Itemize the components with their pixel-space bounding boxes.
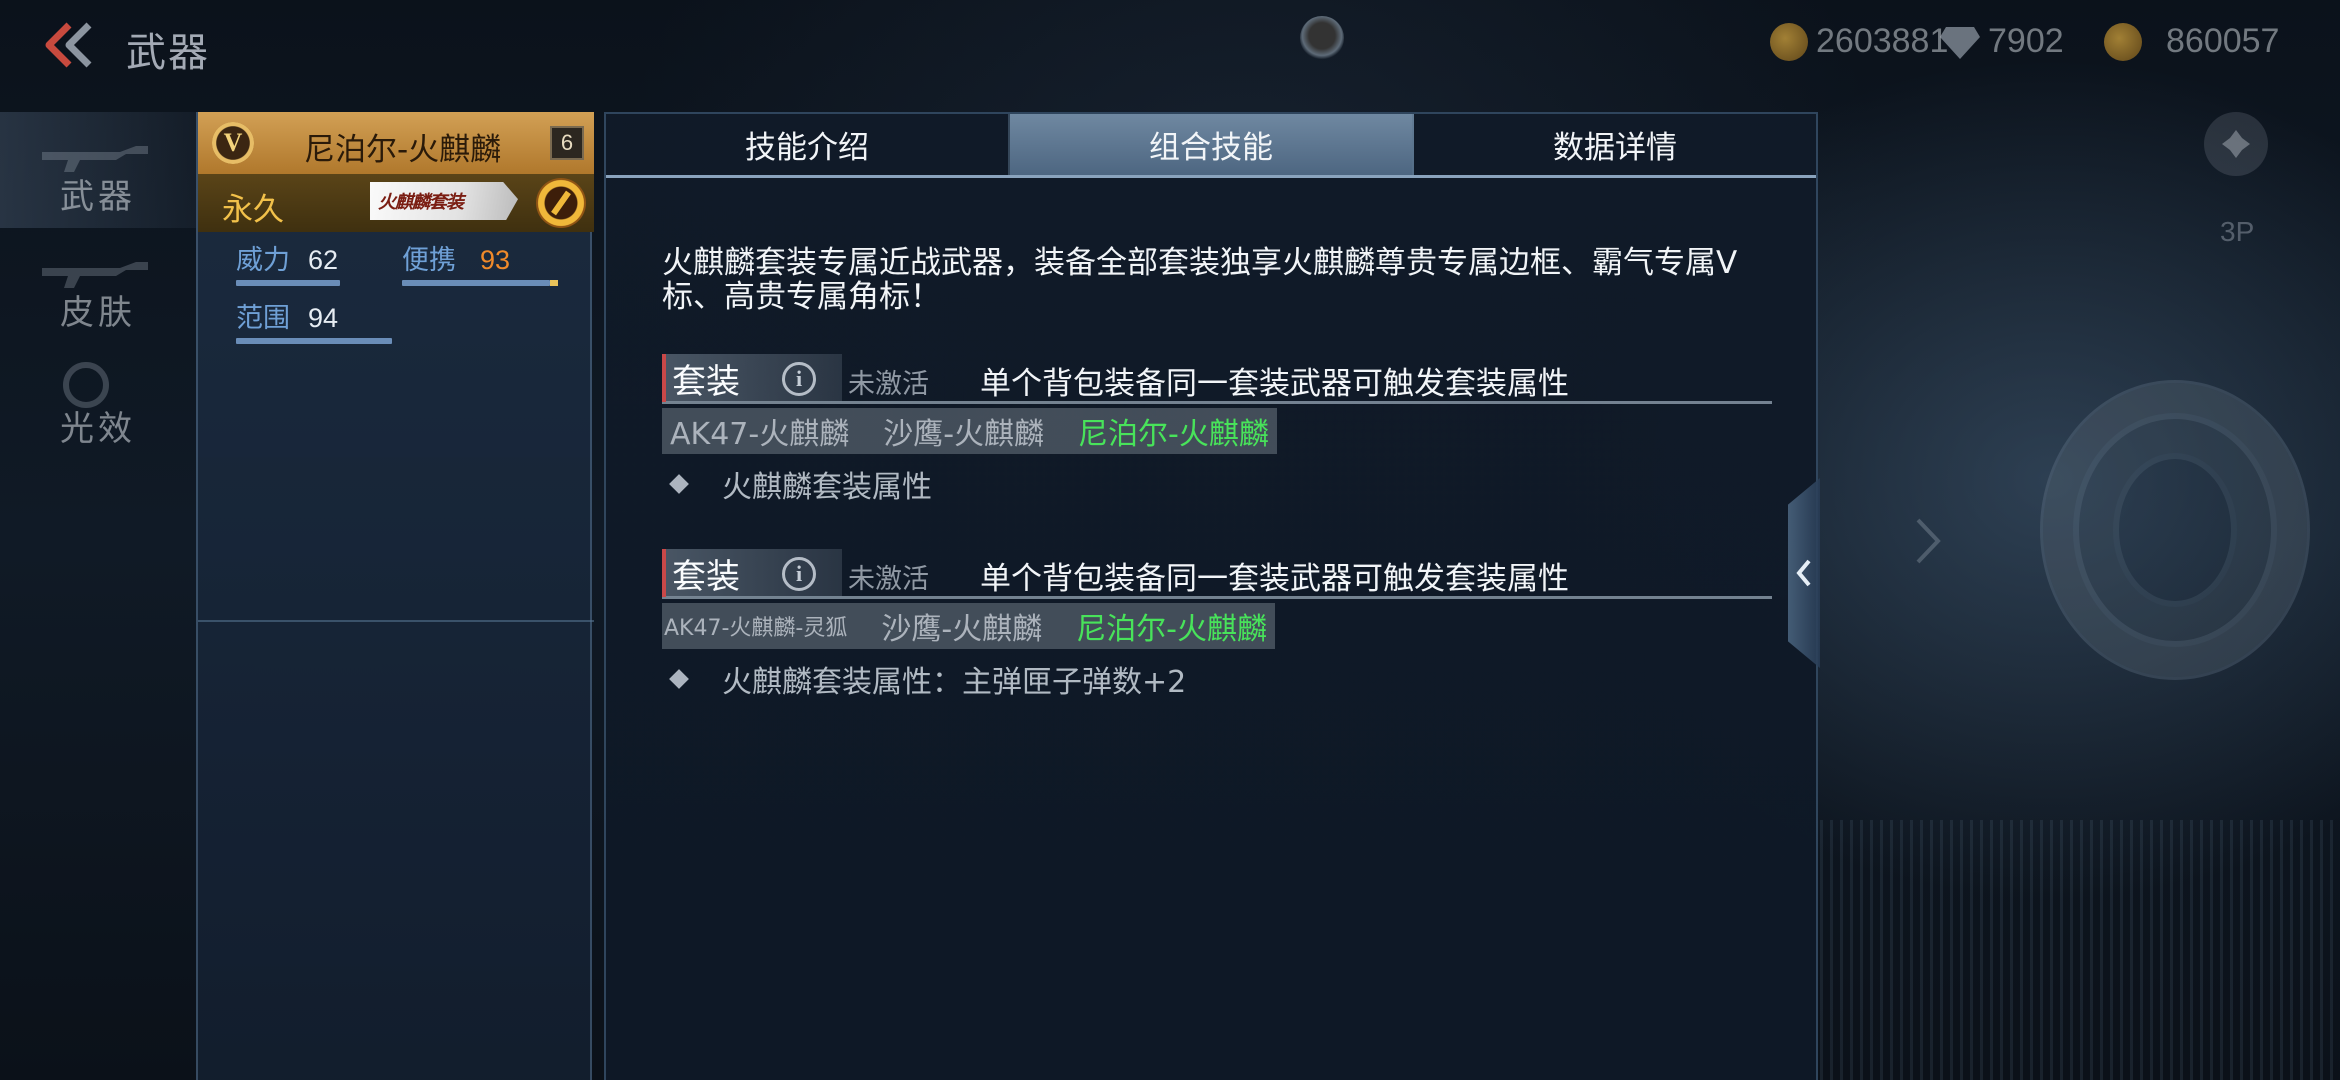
stat-portability-label: 便携 — [402, 245, 456, 276]
suit-pieces: AK47-火麒麟-灵狐 沙鹰-火麒麟 尼泊尔-火麒麟 — [662, 603, 1276, 649]
skills-panel: 技能介绍 组合技能 数据详情 火麒麟套装专属近战武器，装备全部套装独享火麒麟尊贵… — [604, 112, 1818, 1080]
effect-icon — [63, 362, 109, 408]
page-title: 武器 — [126, 30, 210, 76]
view-mode-toggle[interactable]: 3P — [2220, 216, 2254, 248]
info-icon[interactable]: i — [782, 557, 816, 591]
tab-bar: 技能介绍 组合技能 数据详情 — [606, 114, 1816, 178]
suit-piece-current: 尼泊尔-火麒麟 — [1076, 612, 1268, 647]
tab-data-details[interactable]: 数据详情 — [1414, 114, 1816, 175]
suit-piece: 沙鹰-火麒麟 — [883, 417, 1045, 452]
suit-status: 未激活 — [848, 564, 929, 595]
qilin-medal-icon — [536, 178, 586, 228]
currency-diamond: 7902 — [1940, 22, 2064, 61]
weapon-card: V 尼泊尔-火麒麟 6 永久 火麒麟套装 威力 62 便携 93 范围 94 — [196, 112, 594, 1080]
suit-rule: 单个背包装备同一套装武器可触发套装属性 — [980, 366, 1569, 402]
weapon-level: 6 — [550, 126, 584, 160]
suit-pieces: AK47-火麒麟 沙鹰-火麒麟 尼泊尔-火麒麟 — [662, 408, 1277, 454]
currency-gold: 2603881 — [1770, 22, 1948, 61]
stat-portability: 便携 93 — [402, 238, 558, 286]
diamond-bullet-icon — [669, 474, 689, 494]
nav-label-weapons: 武器 — [60, 177, 136, 217]
top-bar: 武器 2603881 7902 860057 — [0, 0, 2340, 90]
stat-portability-bar-tip — [550, 280, 558, 286]
shooting-target — [2040, 380, 2310, 680]
weapon-name: 尼泊尔-火麒麟 — [304, 132, 502, 168]
suit-attribute: 火麒麟套装属性 — [662, 464, 1772, 505]
info-icon[interactable]: i — [782, 362, 816, 396]
skin-rifle-icon — [42, 262, 148, 288]
rifle-icon — [42, 146, 148, 172]
suit-attribute-text: 火麒麟套装属性 — [722, 470, 932, 505]
suit-block: 套装 i 未激活 单个背包装备同一套装武器可触发套装属性 AK47-火麒麟 沙鹰… — [662, 354, 1772, 505]
drawer-toggle[interactable] — [1788, 478, 1820, 668]
stat-portability-bar — [402, 280, 550, 286]
currency-points: 860057 — [2104, 22, 2279, 61]
background-floor — [1820, 820, 2340, 1080]
tab-combo-skill[interactable]: 组合技能 — [1010, 114, 1414, 175]
stat-range: 范围 94 — [236, 296, 392, 344]
diamond-bullet-icon — [669, 669, 689, 689]
coin-icon — [2104, 22, 2142, 61]
stat-range-bar — [236, 338, 392, 344]
coin-icon — [1770, 22, 1808, 61]
stat-power: 威力 62 — [236, 238, 340, 286]
suit-block: 套装 i 未激活 单个背包装备同一套装武器可触发套装属性 AK47-火麒麟-灵狐… — [662, 549, 1772, 700]
stat-range-label: 范围 — [236, 303, 290, 334]
duration-label: 永久 — [222, 192, 284, 228]
nav-item-weapons[interactable]: 武器 — [0, 112, 196, 228]
suit-piece: 沙鹰-火麒麟 — [881, 612, 1043, 647]
suit-label-text: 套装 — [672, 556, 740, 597]
suit-piece-current: 尼泊尔-火麒麟 — [1078, 417, 1269, 452]
gamepad-icon — [2222, 130, 2250, 158]
stat-portability-value: 93 — [480, 245, 511, 275]
weapon-card-header: V 尼泊尔-火麒麟 6 — [198, 112, 594, 174]
suit-attribute: 火麒麟套装属性：主弹匣子弹数+2 — [662, 659, 1772, 700]
stat-range-value: 94 — [308, 303, 339, 333]
stat-power-label: 威力 — [236, 245, 290, 276]
double-chevron-left-icon — [45, 22, 92, 68]
stat-power-value: 62 — [308, 245, 339, 275]
suit-rule: 单个背包装备同一套装武器可触发套装属性 — [980, 561, 1569, 597]
suit-piece: AK47-火麒麟-灵狐 — [664, 616, 848, 641]
nav-label-skins: 皮肤 — [60, 293, 136, 333]
chevron-right-icon — [1916, 518, 1941, 564]
diamond-icon — [1940, 25, 1980, 59]
nav-item-effects[interactable]: 光效 — [0, 344, 196, 460]
controller-button[interactable] — [2204, 112, 2268, 176]
suit-header: 套装 i 未激活 单个背包装备同一套装武器可触发套装属性 — [662, 354, 1772, 404]
nav-item-skins[interactable]: 皮肤 — [0, 228, 196, 344]
set-tag: 火麒麟套装 — [370, 182, 518, 220]
side-nav: 武器 皮肤 光效 — [0, 112, 196, 460]
suit-status: 未激活 — [848, 369, 929, 400]
suit-header: 套装 i 未激活 单个背包装备同一套装武器可触发套装属性 — [662, 549, 1772, 599]
currency-points-value: 860057 — [2166, 22, 2280, 60]
back-button[interactable] — [38, 20, 98, 70]
tab-skill-intro[interactable]: 技能介绍 — [606, 114, 1010, 175]
chevron-left-icon — [1796, 559, 1811, 587]
weapon-stats: 威力 62 便携 93 范围 94 — [198, 232, 594, 622]
suit-piece: AK47-火麒麟 — [670, 417, 850, 452]
suit-label-text: 套装 — [672, 361, 740, 402]
currency-gold-value: 2603881 — [1816, 22, 1949, 60]
set-description: 火麒麟套装专属近战武器，装备全部套装独享火麒麟尊贵专属边框、霸气专属V标、高贵专… — [662, 245, 1738, 315]
currency-diamond-value: 7902 — [1988, 22, 2064, 60]
stat-power-bar — [236, 280, 340, 286]
v-badge-icon: V — [212, 122, 254, 164]
weapon-card-subheader: 永久 火麒麟套装 — [198, 174, 594, 232]
suit-attribute-text: 火麒麟套装属性：主弹匣子弹数+2 — [722, 665, 1187, 700]
